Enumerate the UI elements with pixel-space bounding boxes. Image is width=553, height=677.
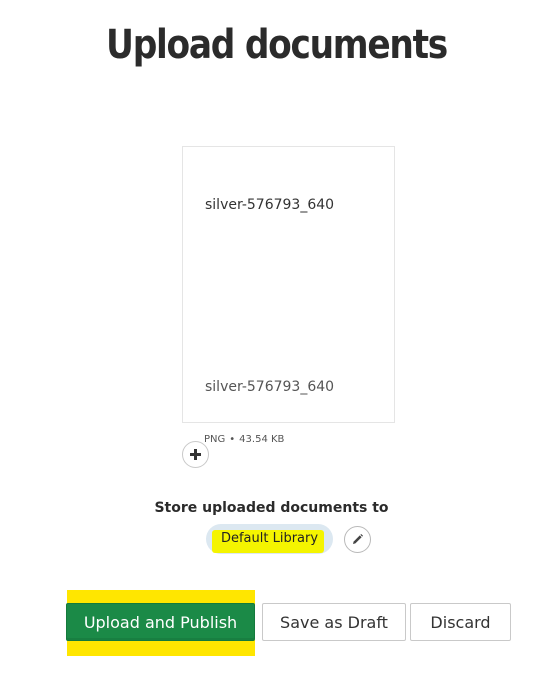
edit-library-button[interactable] (344, 526, 371, 553)
add-document-button[interactable] (182, 441, 209, 468)
page-title: Upload documents (106, 22, 448, 68)
file-size: 43.54 KB (239, 434, 285, 445)
document-name-title: silver-576793_640 (205, 197, 335, 213)
upload-documents-page: Upload documents silver-576793_640 silve… (0, 0, 553, 677)
document-name-caption: silver-576793_640 (205, 379, 335, 395)
document-meta: PNG • 43.54 KB (204, 434, 284, 445)
upload-and-publish-button[interactable]: Upload and Publish (66, 603, 255, 641)
plus-icon (190, 449, 201, 460)
pencil-icon (353, 534, 363, 544)
store-documents-label: Store uploaded documents to (154, 500, 389, 516)
document-preview-card[interactable]: silver-576793_640 silver-576793_640 (182, 146, 395, 423)
save-as-draft-button[interactable]: Save as Draft (262, 603, 406, 641)
discard-button[interactable]: Discard (410, 603, 511, 641)
default-library-selector[interactable]: Default Library (206, 524, 333, 554)
file-type: PNG (204, 434, 226, 445)
meta-separator: • (229, 434, 236, 445)
